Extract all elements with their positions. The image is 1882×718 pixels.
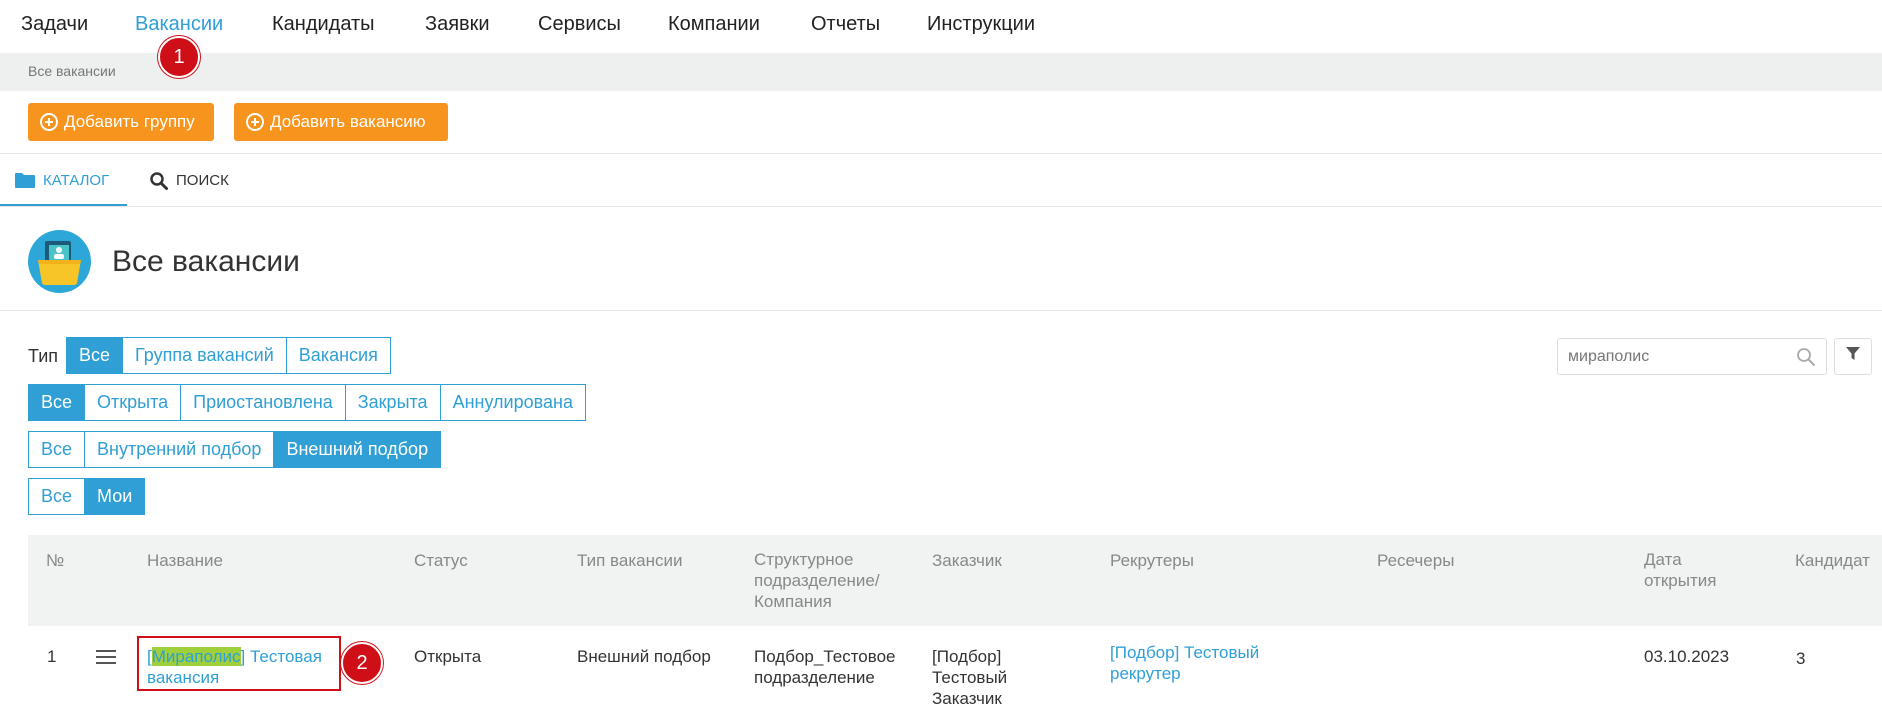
vacancy-folder-icon [28, 230, 91, 293]
vacancy-name-rest: ] Тестовая [240, 647, 322, 666]
tab-catalog[interactable]: Каталог [0, 155, 127, 207]
divider [0, 206, 1882, 207]
tab-catalog-label: Каталог [43, 172, 110, 189]
vacancy-unit-line: подразделение [754, 668, 875, 687]
row-menu-icon[interactable] [96, 650, 116, 664]
divider [0, 153, 1882, 154]
row-number: 1 [47, 647, 57, 666]
annotation-marker-2: 2 [341, 642, 383, 684]
search-match-highlight: Мираполис [151, 647, 241, 666]
folder-icon [15, 172, 35, 191]
nav-item-companies[interactable]: Компании [668, 13, 760, 36]
column-header-number: № [46, 551, 65, 570]
search-icon [150, 172, 168, 194]
status-filter-open[interactable]: Открыта [84, 384, 182, 421]
vacancy-opened-date: 03.10.2023 [1644, 647, 1730, 666]
vacancy-unit-line: Подбор_Тестовое [754, 647, 896, 666]
vacancy-name-link[interactable]: [Мираполис] Тестовая вакансия [147, 646, 347, 688]
column-header-unit-line: Структурное [754, 550, 854, 569]
nav-item-candidates[interactable]: Кандидаты [272, 13, 375, 36]
nav-item-reports[interactable]: Отчеты [811, 13, 880, 36]
nav-item-requests[interactable]: Заявки [425, 13, 490, 36]
owner-filter-all[interactable]: Все [28, 478, 86, 515]
breadcrumb-item[interactable]: Все вакансии [28, 63, 116, 79]
plus-circle-icon [246, 113, 264, 131]
plus-circle-icon [40, 113, 58, 131]
column-header-unit-line: Компания [754, 592, 832, 611]
recruiter-link[interactable]: [Подбор] Тестовый рекрутер [1110, 642, 1259, 684]
owner-filter: Все Мои [28, 478, 146, 515]
selection-filter: Все Внутренний подбор Внешний подбор [28, 431, 442, 468]
type-filter-all[interactable]: Все [66, 337, 124, 374]
tab-search[interactable]: Поиск [150, 155, 229, 207]
status-filter: Все Открыта Приостановлена Закрыта Аннул… [28, 384, 586, 421]
search-icon[interactable] [1796, 347, 1816, 372]
vacancy-customer-line: Тестовый [932, 668, 1008, 687]
status-filter-paused[interactable]: Приостановлена [180, 384, 346, 421]
add-group-button[interactable]: Добавить группу [28, 103, 214, 141]
table-header [28, 535, 1882, 626]
divider [0, 310, 1882, 311]
type-filter-vacancy[interactable]: Вакансия [285, 337, 391, 374]
recruiter-link-line: рекрутер [1110, 664, 1181, 683]
add-vacancy-button[interactable]: Добавить вакансию [234, 103, 448, 141]
status-filter-cancelled[interactable]: Аннулирована [439, 384, 586, 421]
page-title: Все вакансии [112, 245, 300, 278]
column-header-researchers[interactable]: Ресечеры [1377, 550, 1454, 571]
column-header-customer[interactable]: Заказчик [932, 550, 1002, 571]
selection-filter-external[interactable]: Внешний подбор [273, 431, 442, 468]
recruiter-link-line: [Подбор] Тестовый [1110, 643, 1260, 662]
nav-item-vacancies[interactable]: Вакансии [135, 13, 223, 36]
status-filter-closed[interactable]: Закрыта [344, 384, 441, 421]
column-header-opened[interactable]: Дата открытия [1644, 549, 1716, 591]
column-header-recruiters[interactable]: Рекрутеры [1110, 550, 1194, 571]
annotation-marker-1: 1 [158, 36, 200, 78]
column-header-unit-line: подразделение/ [754, 571, 880, 590]
type-filter: Все Группа вакансий Вакансия [66, 337, 391, 374]
column-header-candidates[interactable]: Кандидат [1795, 550, 1870, 571]
column-header-status[interactable]: Статус [414, 550, 468, 571]
add-group-label: Добавить группу [64, 112, 195, 131]
top-navigation: Задачи Вакансии Кандидаты Заявки Сервисы… [0, 0, 1882, 53]
status-filter-all[interactable]: Все [28, 384, 86, 421]
vacancy-candidates-count[interactable]: 3 [1796, 648, 1805, 669]
filter-button[interactable] [1834, 338, 1872, 375]
column-header-name[interactable]: Название [147, 550, 223, 571]
search-input[interactable] [1568, 345, 1788, 369]
column-header-opened-line: открытия [1644, 571, 1717, 590]
add-vacancy-label: Добавить вакансию [270, 112, 426, 131]
column-header-opened-line: Дата [1644, 550, 1682, 569]
vacancy-customer: [Подбор] Тестовый Заказчик [932, 646, 1007, 709]
vacancy-customer-line: Заказчик [932, 689, 1002, 708]
selection-filter-internal[interactable]: Внутренний подбор [84, 431, 275, 468]
type-filter-group[interactable]: Группа вакансий [122, 337, 287, 374]
vacancy-name-line2: вакансия [147, 668, 220, 687]
selection-filter-all[interactable]: Все [28, 431, 86, 468]
column-header-vacancy-type[interactable]: Тип вакансии [577, 550, 683, 571]
nav-item-services[interactable]: Сервисы [538, 13, 621, 36]
nav-item-instructions[interactable]: Инструкции [927, 13, 1035, 36]
type-filter-label: Тип [28, 346, 59, 366]
owner-filter-mine[interactable]: Мои [84, 478, 146, 515]
breadcrumb: Все вакансии [0, 53, 1882, 91]
vacancy-unit: Подбор_Тестовое подразделение [754, 646, 896, 688]
filter-icon [1846, 347, 1860, 366]
nav-item-tasks[interactable]: Задачи [21, 13, 88, 36]
tab-search-label: Поиск [176, 172, 229, 189]
search-field [1557, 338, 1827, 375]
vacancy-status: Открыта [414, 647, 482, 666]
column-header-unit[interactable]: Структурное подразделение/ Компания [754, 549, 880, 612]
vacancy-customer-line: [Подбор] [932, 647, 1002, 666]
vacancy-type: Внешний подбор [577, 647, 711, 666]
